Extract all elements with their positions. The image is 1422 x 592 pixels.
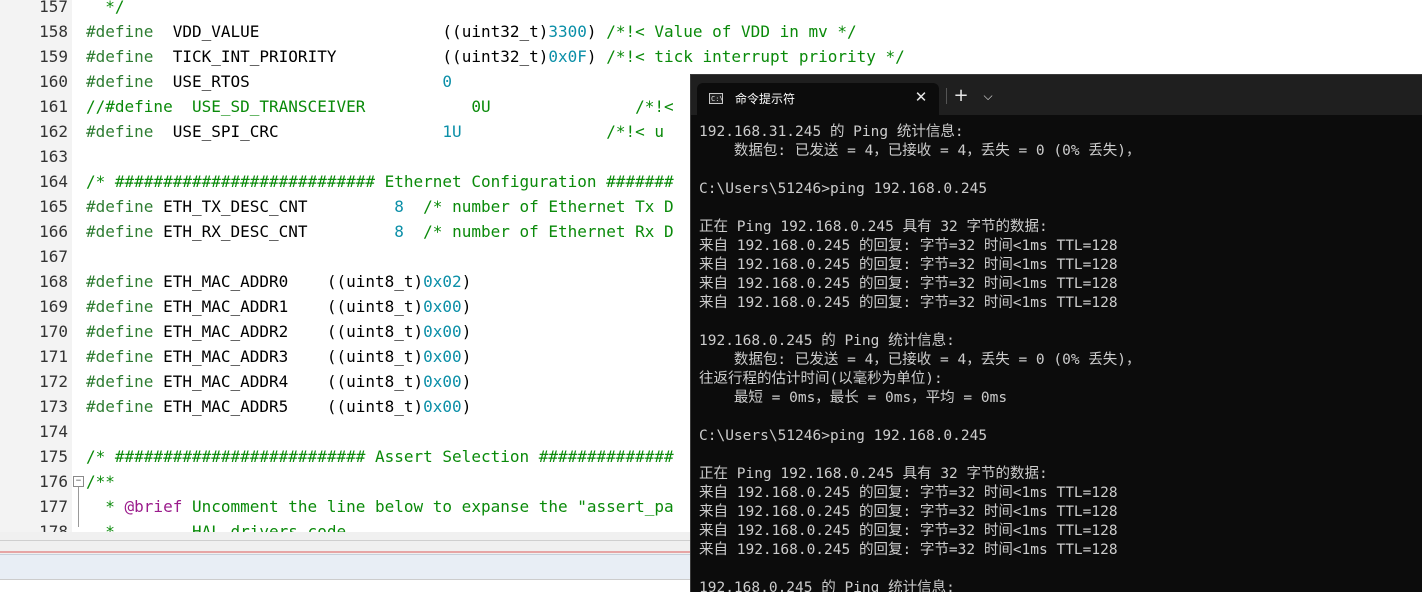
code-text: #define USE_RTOS 0 (86, 72, 453, 91)
terminal-line: 来自 192.168.0.245 的回复: 字节=32 时间<1ms TTL=1… (699, 276, 1118, 292)
line-number: 170 (39, 322, 68, 341)
terminal-line: 来自 192.168.0.245 的回复: 字节=32 时间<1ms TTL=1… (699, 542, 1118, 558)
line-number: 176 (39, 472, 68, 491)
code-text: #define ETH_TX_DESC_CNT 8 /* number of E… (86, 197, 674, 216)
code-text: #define USE_SPI_CRC 1U /*!< u (86, 122, 664, 141)
code-text: #define TICK_INT_PRIORITY ((uint32_t)0x0… (86, 47, 905, 66)
terminal-titlebar: C:\ 命令提示符 ✕ + ⌵ (691, 75, 1422, 115)
close-tab-icon[interactable]: ✕ (911, 87, 931, 107)
line-number: 162 (39, 122, 68, 141)
terminal-line: 来自 192.168.0.245 的回复: 字节=32 时间<1ms TTL=1… (699, 504, 1118, 520)
line-number: 159 (39, 47, 68, 66)
code-text: #define ETH_MAC_ADDR3 ((uint8_t)0x00) (86, 347, 472, 366)
terminal-line: 数据包: 已发送 = 4，已接收 = 4，丢失 = 0 (0% 丢失)， (699, 352, 1141, 368)
code-line[interactable]: 158 #define VDD_VALUE ((uint32_t)3300) /*… (0, 19, 1422, 44)
line-number: 174 (39, 422, 68, 441)
code-text: * @brief Uncomment the line below to exp… (86, 497, 674, 516)
line-number: 166 (39, 222, 68, 241)
terminal-line: 往返行程的估计时间(以毫秒为单位): (699, 371, 943, 387)
terminal-line: 来自 192.168.0.245 的回复: 字节=32 时间<1ms TTL=1… (699, 523, 1118, 539)
line-number: 161 (39, 97, 68, 116)
code-text: /** (86, 472, 115, 491)
code-text: #define ETH_MAC_ADDR1 ((uint8_t)0x00) (86, 297, 472, 316)
line-number: 172 (39, 372, 68, 391)
tab-separator (946, 88, 947, 104)
code-line[interactable]: 159 #define TICK_INT_PRIORITY ((uint32_t)… (0, 44, 1422, 69)
line-number: 158 (39, 22, 68, 41)
line-number: 178 (39, 522, 68, 532)
tab-title: 命令提示符 (735, 92, 796, 106)
line-number: 175 (39, 447, 68, 466)
line-number: 169 (39, 297, 68, 316)
code-text: #define ETH_RX_DESC_CNT 8 /* number of E… (86, 222, 674, 241)
terminal-line: C:\Users\51246>ping 192.168.0.245 (699, 181, 988, 197)
line-number: 171 (39, 347, 68, 366)
terminal-line: 192.168.31.245 的 Ping 统计信息: (699, 124, 964, 140)
code-line[interactable]: 157 */ (0, 0, 1422, 19)
code-text: */ (86, 0, 125, 16)
line-number: 168 (39, 272, 68, 291)
line-number: 163 (39, 147, 68, 166)
line-number: 167 (39, 247, 68, 266)
new-tab-button[interactable]: + (950, 86, 972, 106)
code-text: * HAL drivers code (86, 522, 347, 532)
terminal-line: 正在 Ping 192.168.0.245 具有 32 字节的数据: (699, 466, 1048, 482)
terminal-line: 来自 192.168.0.245 的回复: 字节=32 时间<1ms TTL=1… (699, 485, 1118, 501)
code-text: //#define USE_SD_TRANSCEIVER 0U /*!< (86, 97, 674, 116)
terminal-line: 数据包: 已发送 = 4，已接收 = 4，丢失 = 0 (0% 丢失)， (699, 143, 1141, 159)
terminal-line: C:\Users\51246>ping 192.168.0.245 (699, 428, 988, 444)
code-text: #define VDD_VALUE ((uint32_t)3300) /*!< … (86, 22, 857, 41)
fold-toggle-icon[interactable]: − (73, 476, 84, 487)
terminal-line: 来自 192.168.0.245 的回复: 字节=32 时间<1ms TTL=1… (699, 295, 1118, 311)
terminal-line: 来自 192.168.0.245 的回复: 字节=32 时间<1ms TTL=1… (699, 257, 1118, 273)
terminal-tab[interactable]: C:\ 命令提示符 ✕ (697, 83, 939, 115)
chevron-down-icon[interactable]: ⌵ (979, 86, 997, 106)
terminal-output[interactable]: 192.168.31.245 的 Ping 统计信息: 数据包: 已发送 = 4… (699, 123, 1419, 592)
terminal-line: 来自 192.168.0.245 的回复: 字节=32 时间<1ms TTL=1… (699, 238, 1118, 254)
line-number: 177 (39, 497, 68, 516)
code-text: #define ETH_MAC_ADDR2 ((uint8_t)0x00) (86, 322, 472, 341)
terminal-line: 192.168.0.245 的 Ping 统计信息: (699, 333, 955, 349)
line-number: 165 (39, 197, 68, 216)
fold-guide-line (78, 487, 79, 527)
command-prompt-icon: C:\ (709, 93, 724, 104)
line-number: 160 (39, 72, 68, 91)
terminal-line: 最短 = 0ms，最长 = 0ms，平均 = 0ms (699, 390, 1008, 406)
code-text: #define ETH_MAC_ADDR4 ((uint8_t)0x00) (86, 372, 472, 391)
code-text: #define ETH_MAC_ADDR5 ((uint8_t)0x00) (86, 397, 472, 416)
line-number: 157 (39, 0, 68, 16)
terminal-line: 正在 Ping 192.168.0.245 具有 32 字节的数据: (699, 219, 1048, 235)
terminal-window[interactable]: C:\ 命令提示符 ✕ + ⌵ 192.168.31.245 的 Ping 统计… (690, 74, 1422, 592)
line-number: 164 (39, 172, 68, 191)
code-text: /* ########################## Assert Sel… (86, 447, 674, 466)
line-number: 173 (39, 397, 68, 416)
code-text: /* ########################### Ethernet … (86, 172, 674, 191)
terminal-line: 192.168.0.245 的 Ping 统计信息: (699, 580, 955, 592)
code-text: #define ETH_MAC_ADDR0 ((uint8_t)0x02) (86, 272, 472, 291)
